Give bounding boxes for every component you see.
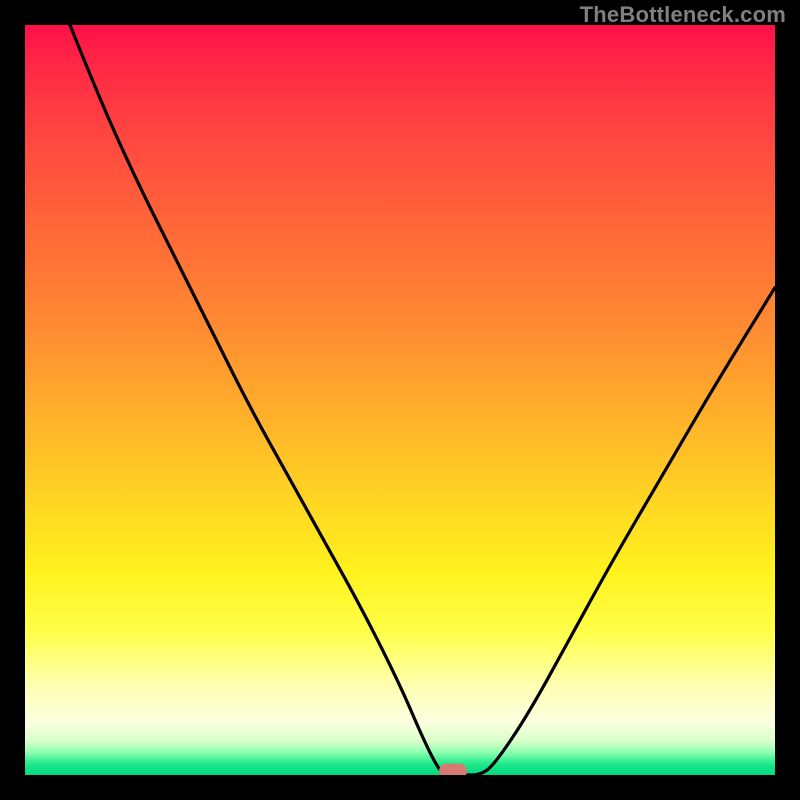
chart-frame: TheBottleneck.com [0, 0, 800, 800]
bottleneck-curve-path [70, 25, 775, 775]
optimal-marker [439, 763, 467, 775]
watermark-text: TheBottleneck.com [580, 2, 786, 28]
plot-area [25, 25, 775, 775]
curve-svg [25, 25, 775, 775]
